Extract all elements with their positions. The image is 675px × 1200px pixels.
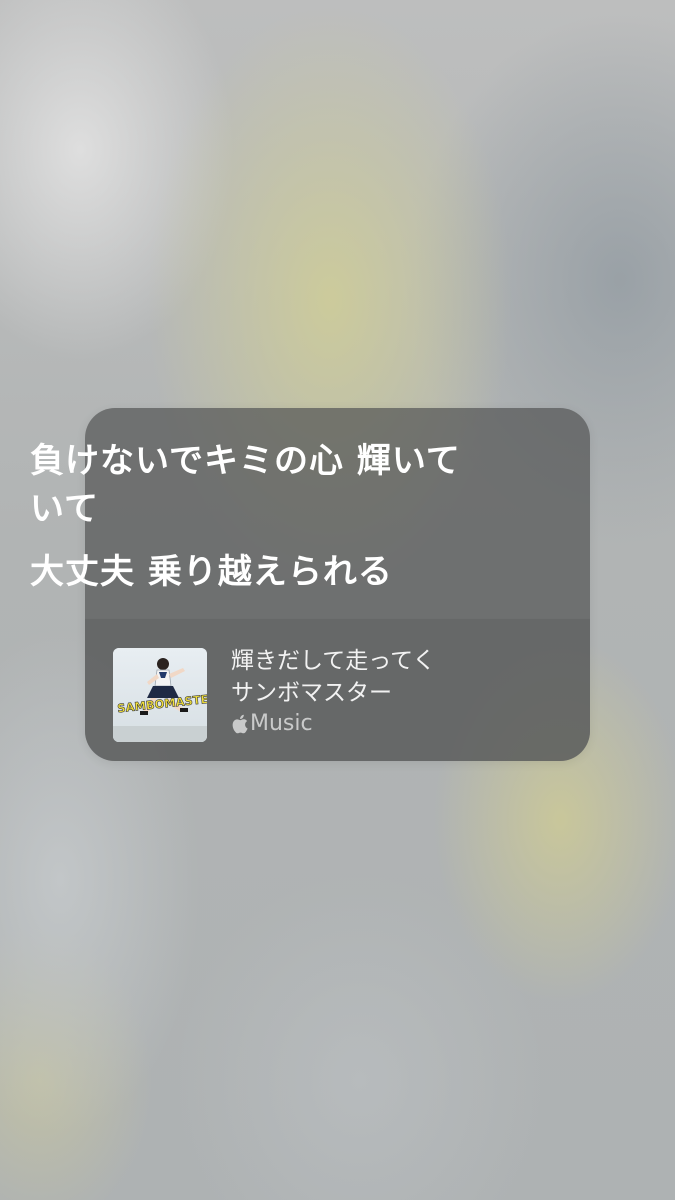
- song-title: 輝きだして走ってく: [231, 648, 436, 674]
- artist-name: サンボマスター: [231, 680, 392, 706]
- track-info-footer[interactable]: SAMBOMASTER 輝きだして走ってく サンボマスター Music: [85, 618, 590, 761]
- lyric-line-1: 負けないでキミの心 輝いていて: [30, 441, 461, 529]
- svg-text:SAMBOMASTER: SAMBOMASTER: [117, 691, 207, 715]
- lyric-line-2: 大丈夫 乗り越えられる: [30, 552, 393, 592]
- album-logo: SAMBOMASTER: [116, 691, 207, 716]
- apple-logo-icon: [232, 714, 248, 734]
- apple-music-badge: Music: [231, 709, 571, 739]
- album-artwork: SAMBOMASTER: [113, 648, 207, 742]
- track-meta: 輝きだして走ってく サンボマスター Music: [231, 645, 571, 739]
- source-label: Music: [250, 711, 313, 736]
